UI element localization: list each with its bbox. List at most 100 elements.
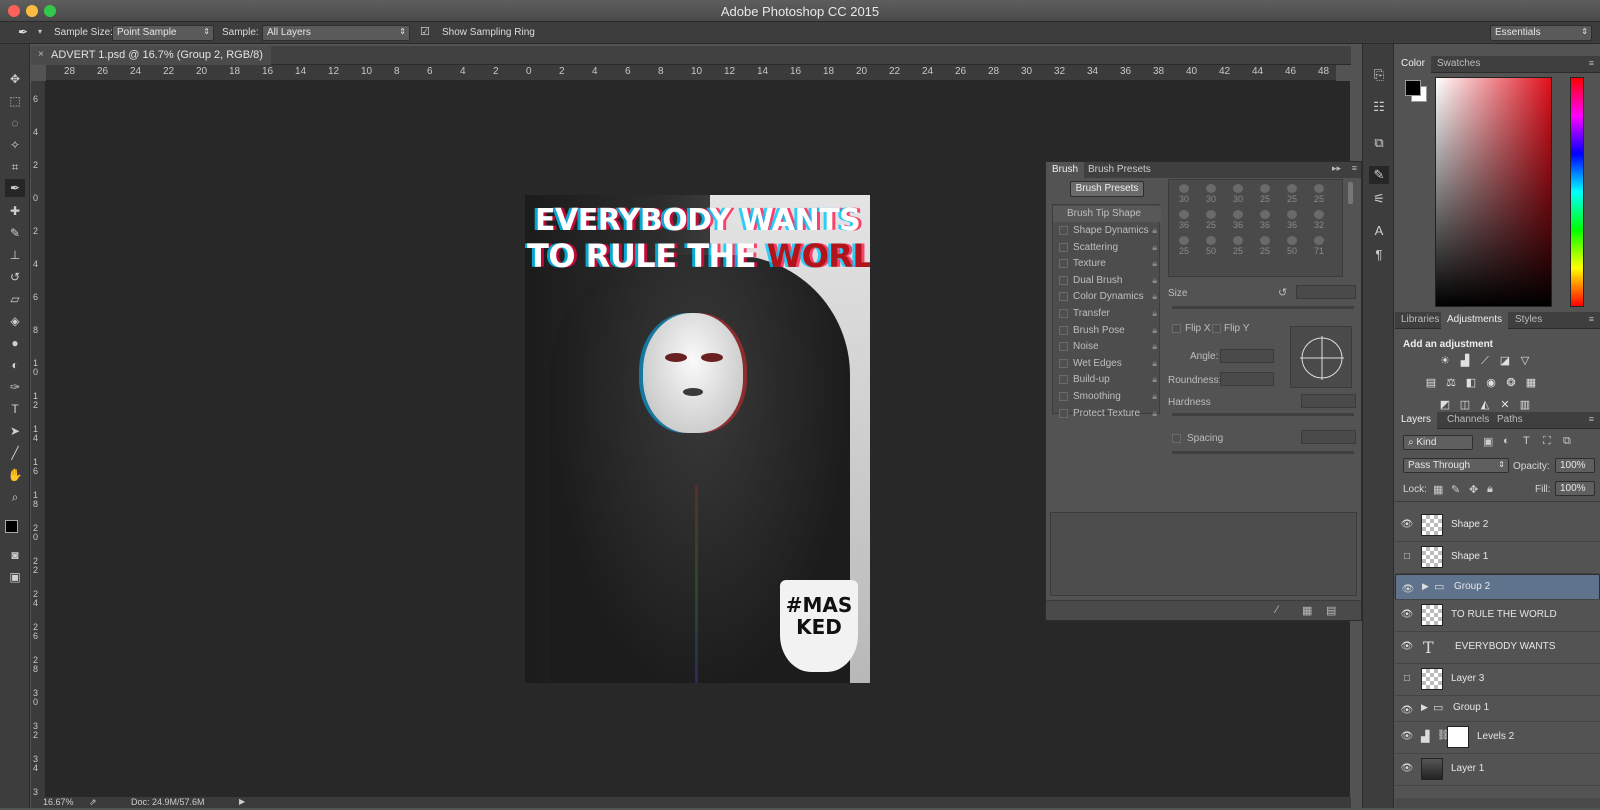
brush-tip[interactable]: 25 xyxy=(1171,234,1197,256)
brush-tip[interactable]: 25 xyxy=(1279,182,1305,204)
eyedropper-tool-icon[interactable]: ✒ xyxy=(5,179,25,197)
lock-icon[interactable]: 🔒︎ xyxy=(1152,275,1157,286)
brush-option-checkbox[interactable] xyxy=(1059,358,1068,368)
brush-option-smoothing[interactable]: Smoothing 🔒︎ xyxy=(1053,389,1161,405)
tab-paths[interactable]: Paths xyxy=(1491,412,1529,429)
clone-stamp-tool-icon[interactable]: ⊥ xyxy=(5,246,25,264)
layer-row-layer-3[interactable]: □ Layer 3 xyxy=(1395,664,1600,696)
tab-layers[interactable]: Layers xyxy=(1395,412,1438,429)
sample-select[interactable]: All Layers ⇕ xyxy=(262,25,410,41)
fill-field[interactable]: 100% xyxy=(1555,481,1595,496)
zoom-tool-icon[interactable]: ⌕ xyxy=(5,488,25,506)
lock-icon[interactable]: 🔒︎ xyxy=(1152,258,1157,269)
eyedropper-icon[interactable]: ✒ xyxy=(18,25,28,39)
levels-icon[interactable]: ▟ xyxy=(1457,354,1473,368)
collapse-panel-icon[interactable]: ▸▸ xyxy=(1332,163,1341,174)
threshold-icon[interactable]: ◭ xyxy=(1477,398,1493,412)
brush-tip[interactable]: 25 xyxy=(1252,234,1278,256)
expand-group-chevron-icon[interactable]: ▶ xyxy=(1422,581,1429,592)
expand-group-chevron-icon[interactable]: ▶ xyxy=(1421,702,1428,713)
blend-mode-select[interactable]: Pass Through ⇕ xyxy=(1403,458,1509,473)
brush-option-checkbox[interactable] xyxy=(1059,342,1068,352)
grid-view-icon[interactable]: ▦ xyxy=(1302,604,1312,617)
tab-libraries[interactable]: Libraries xyxy=(1395,312,1445,329)
share-icon[interactable]: ⇗ xyxy=(89,797,97,808)
brush-tip[interactable]: 25 xyxy=(1252,182,1278,204)
properties-panel-icon[interactable]: ☷ xyxy=(1369,98,1389,116)
brush-option-dual-brush[interactable]: Dual Brush 🔒︎ xyxy=(1053,273,1161,289)
brush-tool-icon[interactable]: ✎ xyxy=(5,224,25,242)
lock-all-icon[interactable]: 🔒︎ xyxy=(1487,483,1493,496)
hue-saturation-icon[interactable]: ▤ xyxy=(1423,376,1439,390)
channel-mixer-icon[interactable]: ❂ xyxy=(1503,376,1519,390)
paint-bucket-tool-icon[interactable]: ◈ xyxy=(5,312,25,330)
brush-tip[interactable]: 25 xyxy=(1225,234,1251,256)
document-tab[interactable]: × ADVERT 1.psd @ 16.7% (Group 2, RGB/8) xyxy=(31,46,271,65)
panel-menu-icon[interactable]: ≡ xyxy=(1589,414,1594,424)
sample-size-select[interactable]: Point Sample ⇕ xyxy=(112,25,214,41)
lock-icon[interactable]: 🔒︎ xyxy=(1152,391,1157,402)
lock-icon[interactable]: 🔒︎ xyxy=(1152,291,1157,302)
spacing-checkbox[interactable] xyxy=(1172,434,1181,443)
filter-pixel-icon[interactable]: ▣ xyxy=(1483,435,1493,448)
color-lookup-icon[interactable]: ▦ xyxy=(1523,376,1539,390)
invert-icon[interactable]: ◩ xyxy=(1437,398,1453,412)
panel-menu-icon[interactable]: ≡ xyxy=(1589,314,1594,324)
tab-adjustments[interactable]: Adjustments xyxy=(1441,312,1509,329)
tool-presets-icon[interactable]: ⚟ xyxy=(1369,190,1389,208)
line-tool-icon[interactable]: ╱ xyxy=(5,444,25,462)
angle-field[interactable] xyxy=(1220,349,1274,363)
lock-icon[interactable]: 🔒︎ xyxy=(1152,225,1157,236)
brush-tip[interactable]: 30 xyxy=(1198,182,1224,204)
selective-color-icon[interactable]: ✕ xyxy=(1497,398,1513,412)
tab-channels[interactable]: Channels xyxy=(1441,412,1495,429)
curves-icon[interactable]: ⟋ xyxy=(1477,354,1493,368)
brush-option-checkbox[interactable] xyxy=(1059,275,1068,285)
show-ring-checkbox[interactable]: ☑ xyxy=(420,25,430,38)
layer-filter-select[interactable]: ⌕ Kind xyxy=(1403,435,1473,450)
brush-tip[interactable]: 30 xyxy=(1171,182,1197,204)
workspace-select[interactable]: Essentials ⇕ xyxy=(1490,25,1592,41)
brush-tip[interactable]: 30 xyxy=(1225,182,1251,204)
lock-image-icon[interactable]: ✎ xyxy=(1451,483,1460,496)
brush-option-checkbox[interactable] xyxy=(1059,325,1068,335)
visibility-eye-icon[interactable]: 👁︎ xyxy=(1400,609,1414,621)
flip-x-checkbox[interactable] xyxy=(1172,324,1181,333)
layer-row-everybody-wants[interactable]: 👁︎ T EVERYBODY WANTS xyxy=(1395,632,1600,664)
brush-option-protect-texture[interactable]: Protect Texture 🔒︎ xyxy=(1053,406,1161,422)
document-artwork[interactable]: EVERYBODY WANTS TO RULE THE WORLD #MASKE… xyxy=(525,195,870,683)
layer-mask-thumbnail[interactable] xyxy=(1447,726,1469,748)
foreground-color-swatch[interactable] xyxy=(5,520,18,533)
visibility-eye-icon[interactable]: 👁︎ xyxy=(1400,519,1414,531)
layer-thumbnail[interactable] xyxy=(1421,758,1443,780)
gradient-map-icon[interactable]: ▥ xyxy=(1517,398,1533,412)
new-brush-icon[interactable]: ▤ xyxy=(1326,604,1336,617)
magic-wand-tool-icon[interactable]: ✧ xyxy=(5,136,25,154)
brush-tip[interactable]: 32 xyxy=(1306,208,1332,230)
visibility-eye-icon[interactable]: 👁︎ xyxy=(1400,641,1414,653)
roundness-field[interactable] xyxy=(1220,372,1274,386)
visibility-eye-icon[interactable]: □ xyxy=(1400,551,1414,563)
black-white-icon[interactable]: ◧ xyxy=(1463,376,1479,390)
tool-preset-chevron-icon[interactable]: ▾ xyxy=(38,27,42,36)
filter-adjustment-icon[interactable]: ◐ xyxy=(1503,435,1510,447)
vibrance-icon[interactable]: ▽ xyxy=(1517,354,1533,368)
brush-option-shape-dynamics[interactable]: Shape Dynamics 🔒︎ xyxy=(1053,223,1161,239)
lock-icon[interactable]: 🔒︎ xyxy=(1152,341,1157,352)
zoom-level[interactable]: 16.67% xyxy=(43,797,74,807)
brush-option-scattering[interactable]: Scattering 🔒︎ xyxy=(1053,240,1161,256)
brush-tip[interactable]: 71 xyxy=(1306,234,1332,256)
brush-tip[interactable]: 36 xyxy=(1225,208,1251,230)
layer-thumbnail[interactable] xyxy=(1421,514,1443,536)
layer-thumbnail[interactable] xyxy=(1421,546,1443,568)
quick-mask-icon[interactable]: ◙ xyxy=(5,546,25,564)
brush-option-checkbox[interactable] xyxy=(1059,292,1068,302)
pen-tool-icon[interactable]: ✑ xyxy=(5,378,25,396)
brush-option-checkbox[interactable] xyxy=(1059,408,1068,418)
brush-option-transfer[interactable]: Transfer 🔒︎ xyxy=(1053,306,1161,322)
color-field[interactable] xyxy=(1435,77,1552,307)
brush-tip[interactable]: 36 xyxy=(1171,208,1197,230)
brush-tip-shape-item[interactable]: Brush Tip Shape xyxy=(1053,206,1161,222)
lock-icon[interactable]: 🔒︎ xyxy=(1152,242,1157,253)
layer-thumbnail[interactable] xyxy=(1421,604,1443,626)
